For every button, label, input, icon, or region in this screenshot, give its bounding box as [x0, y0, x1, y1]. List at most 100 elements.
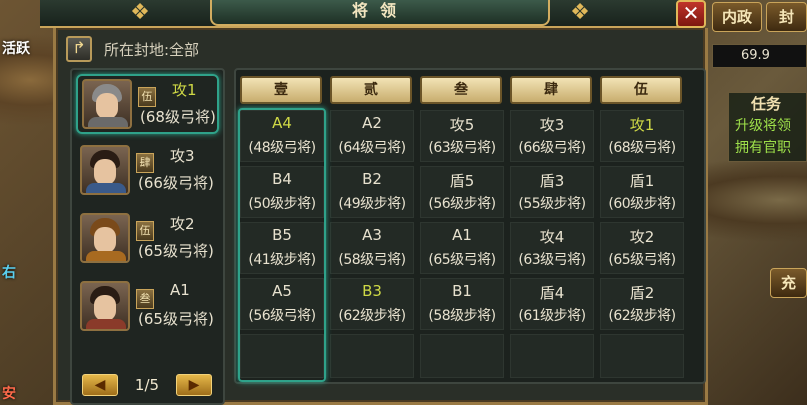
general-level: (65级弓将)	[138, 310, 214, 328]
cell-general-level: (62级步将)	[338, 308, 406, 324]
grid-cell[interactable]: A3 (58级弓将)	[330, 222, 414, 274]
cell-general-level: (65级弓将)	[608, 252, 676, 268]
grid-cell[interactable]: 攻4 (63级弓将)	[510, 222, 594, 274]
general-list: 伍 攻1 (68级弓将) 肆 攻3 (66级弓将) 伍 攻2 (65级弓将) 叁…	[70, 68, 225, 405]
cell-general-name: A2	[362, 114, 382, 132]
left-tag-1[interactable]: 右	[2, 262, 16, 282]
grid-cell[interactable]: B1 (58级步将)	[420, 278, 504, 330]
cell-general-level: (65级弓将)	[428, 252, 496, 268]
grid-cell[interactable]: 攻5 (63级弓将)	[420, 110, 504, 162]
cell-general-level: (62级步将)	[608, 308, 676, 324]
cell-general-level: (61级步将)	[518, 308, 586, 324]
grid-cell-empty[interactable]	[510, 334, 594, 378]
close-button[interactable]: ✕	[676, 0, 706, 28]
cell-general-name: 盾5	[449, 172, 475, 190]
general-item[interactable]: 肆 攻3 (66级弓将)	[76, 142, 219, 202]
cell-general-name: B3	[362, 282, 382, 300]
general-item[interactable]: 伍 攻1 (68级弓将)	[76, 74, 219, 134]
cell-general-name: 盾1	[629, 172, 655, 190]
grid-cell[interactable]: 盾1 (60级步将)	[600, 166, 684, 218]
cell-general-level: (58级步将)	[428, 308, 496, 324]
grid-cell[interactable]: 盾5 (56级步将)	[420, 166, 504, 218]
cell-general-name: 攻2	[629, 228, 655, 246]
rank-badge: 肆	[136, 153, 154, 173]
cell-general-name: A3	[362, 226, 382, 244]
formation-grid: 壹 贰 叁 肆 伍 A4 (48级弓将) A2 (64级弓将) 攻5 (63级弓将) 攻3(…	[234, 68, 706, 384]
column-header[interactable]: 伍	[600, 76, 682, 104]
grid-cell[interactable]: 攻1 (68级弓将)	[600, 110, 684, 162]
cell-general-level: (64级弓将)	[338, 140, 406, 156]
general-name: A1	[170, 281, 190, 299]
cell-general-level: (60级步将)	[608, 196, 676, 212]
cell-general-level: (58级弓将)	[338, 252, 406, 268]
column-header[interactable]: 壹	[240, 76, 322, 104]
grid-cell[interactable]: 盾4 (61级步将)	[510, 278, 594, 330]
general-item[interactable]: 伍 攻2 (65级弓将)	[76, 210, 219, 270]
grid-cell[interactable]: A1 (65级弓将)	[420, 222, 504, 274]
prev-page-button[interactable]: ◀	[82, 374, 118, 396]
cell-general-name: 攻3	[539, 116, 565, 134]
left-tag-2[interactable]: 安	[2, 383, 16, 403]
cell-general-name: 攻1	[629, 116, 655, 134]
cell-general-name: 盾2	[629, 284, 655, 302]
general-portrait	[82, 79, 132, 129]
fief-filter-label: 所在封地:全部	[104, 40, 200, 59]
general-portrait	[80, 145, 130, 195]
column-header[interactable]: 叁	[420, 76, 502, 104]
grid-cell[interactable]: A2 (64级弓将)	[330, 110, 414, 162]
task-title: 任务	[751, 95, 782, 113]
cell-general-level: (63级弓将)	[428, 140, 496, 156]
next-page-button[interactable]: ▶	[175, 374, 212, 396]
general-name: 攻2	[170, 215, 195, 233]
title-plate: 将领	[210, 0, 550, 26]
grid-cell[interactable]: 攻2 (65级弓将)	[600, 222, 684, 274]
general-level: (66级弓将)	[138, 174, 214, 192]
general-portrait	[80, 281, 130, 331]
cell-general-name: 盾3	[539, 172, 565, 190]
window-title: 将领	[351, 1, 408, 20]
grid-cell[interactable]: 盾3 (55级步将)	[510, 166, 594, 218]
grid-cell-empty[interactable]	[420, 334, 504, 378]
cell-general-level: (49级步将)	[338, 196, 406, 212]
grid-cell[interactable]: B3 (62级步将)	[330, 278, 414, 330]
cell-general-level: (63级弓将)	[518, 252, 586, 268]
general-level: (65级弓将)	[138, 242, 214, 260]
cell-general-level: (66级弓将)	[518, 140, 586, 156]
column-header[interactable]: 肆	[510, 76, 592, 104]
cell-general-name: 盾4	[539, 284, 565, 302]
cell-general-name: A1	[452, 226, 472, 244]
selected-column-highlight	[238, 108, 326, 382]
rank-badge: 叁	[136, 289, 154, 309]
cell-general-name: 攻5	[449, 116, 475, 134]
ornament-icon: ❖	[570, 0, 590, 25]
task-line-2: 拥有官职	[735, 140, 791, 156]
column-header[interactable]: 贰	[330, 76, 412, 104]
rank-badge: 伍	[136, 221, 154, 241]
resource-counter: 69.9	[712, 44, 807, 68]
cell-general-level: (68级弓将)	[608, 140, 676, 156]
back-arrow-icon[interactable]: ↱	[66, 36, 92, 62]
task-line-1: 升级将领	[735, 118, 791, 134]
general-portrait	[80, 213, 130, 263]
ornament-icon: ❖	[130, 0, 150, 25]
charge-button[interactable]: 充	[770, 268, 807, 298]
grid-cell-empty[interactable]	[600, 334, 684, 378]
general-item[interactable]: 叁 A1 (65级弓将)	[76, 278, 219, 338]
activity-button[interactable]: 活跃	[2, 38, 30, 58]
generals-window: ↱ 所在封地:全部 伍 攻1 (68级弓将) 肆 攻3 (66级弓将) 伍 攻2…	[53, 28, 708, 405]
general-level: (68级弓将)	[140, 108, 216, 126]
general-name: 攻1	[172, 81, 197, 99]
grid-cell[interactable]: 攻3 (66级弓将)	[510, 110, 594, 162]
left-hud: 活跃 右 安	[0, 0, 60, 405]
fief-button[interactable]: 封	[766, 2, 807, 32]
cell-general-name: B2	[362, 170, 382, 188]
general-name: 攻3	[170, 147, 195, 165]
pager: ◀ 1/5 ▶	[82, 373, 212, 397]
grid-cell[interactable]: B2 (49级步将)	[330, 166, 414, 218]
internal-affairs-button[interactable]: 内政	[712, 2, 762, 32]
grid-cell[interactable]: 盾2 (62级步将)	[600, 278, 684, 330]
fief-row: ↱ 所在封地:全部	[66, 36, 199, 62]
task-panel[interactable]: 任务 升级将领 拥有官职	[728, 92, 807, 162]
rank-badge: 伍	[138, 87, 156, 107]
grid-cell-empty[interactable]	[330, 334, 414, 378]
